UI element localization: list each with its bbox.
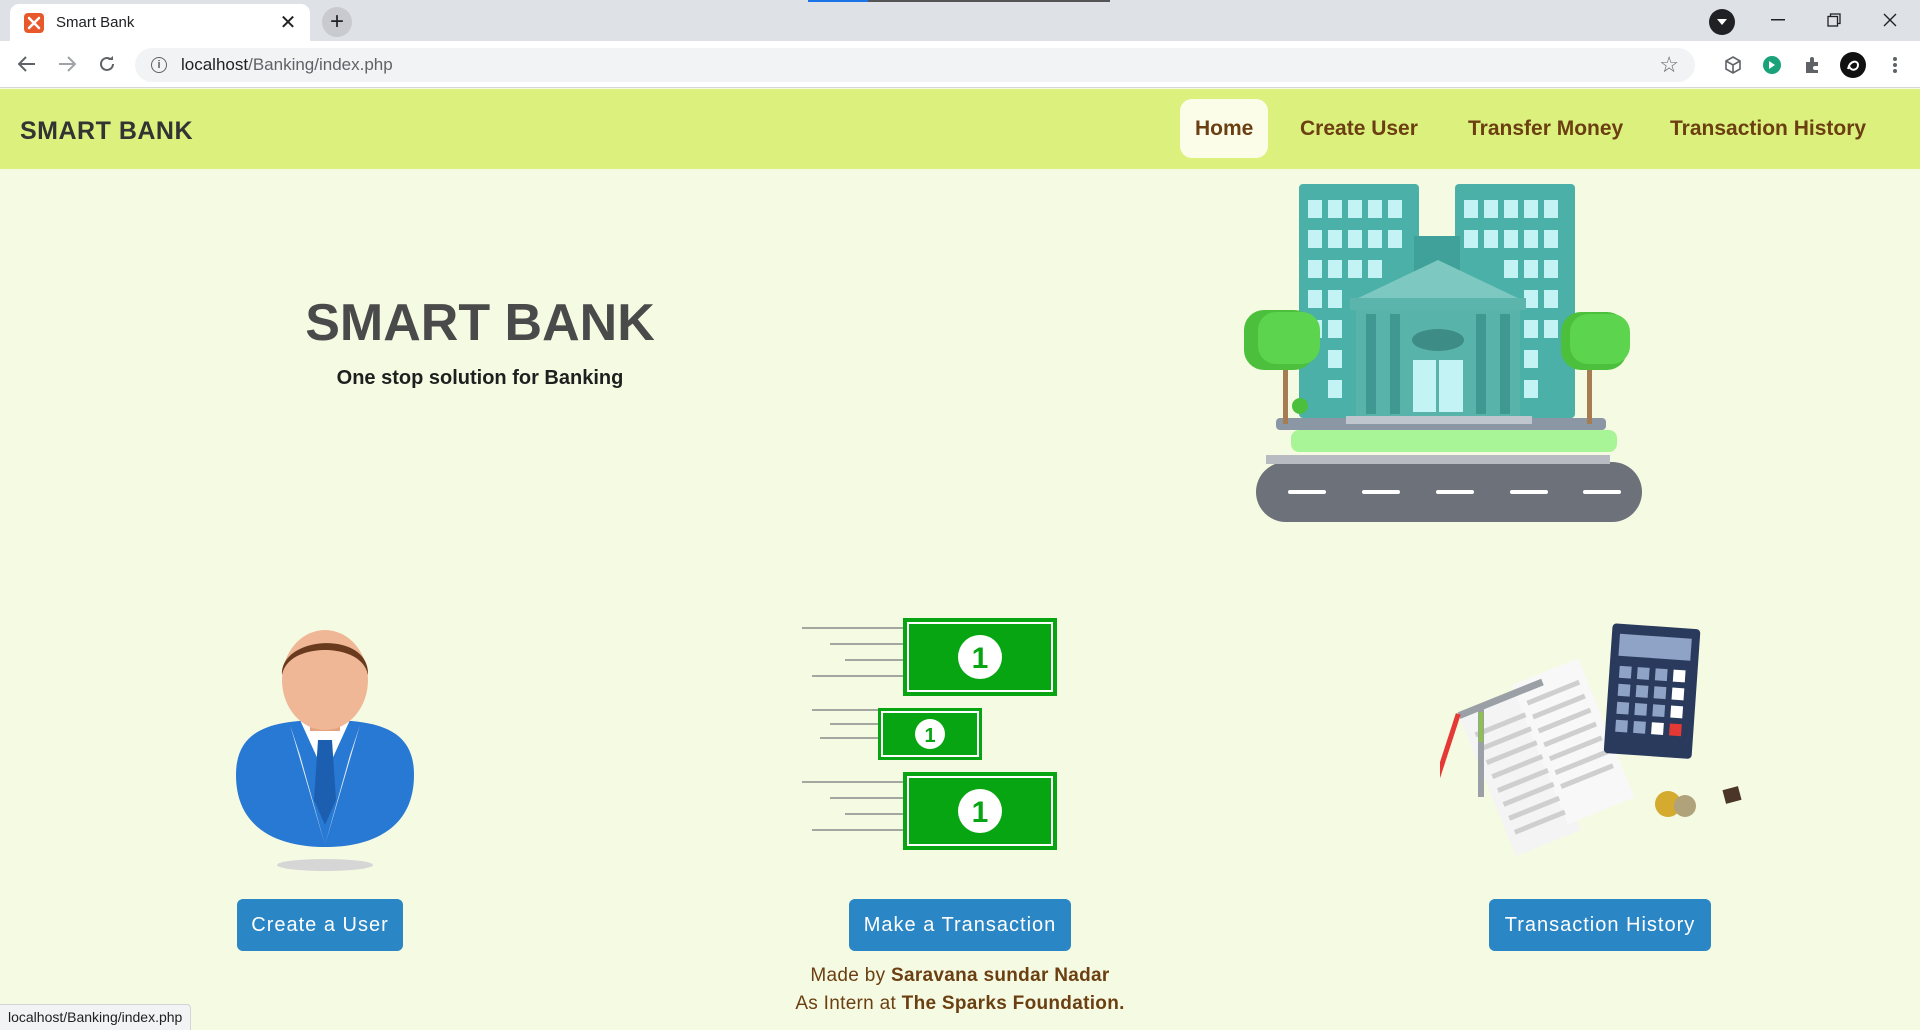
tab-title: Smart Bank <box>56 14 135 31</box>
url-text[interactable]: localhost/Banking/index.php <box>181 55 1659 75</box>
user-avatar-illustration <box>236 630 414 871</box>
address-bar[interactable]: i localhost/Banking/index.php ☆ <box>135 48 1695 82</box>
footer-credit-line: Made by Saravana sundar Nadar <box>810 965 1110 986</box>
cube-extension-icon[interactable] <box>1718 50 1748 80</box>
svg-text:1: 1 <box>972 796 989 829</box>
hero-subtitle: One stop solution for Banking <box>336 367 624 389</box>
transaction-history-illustration <box>1440 623 1742 857</box>
restore-icon[interactable] <box>1806 4 1861 36</box>
money-transfer-illustration: 1 1 1 <box>802 618 1057 850</box>
footer-intern-line: As Intern at The Sparks Foundation. <box>795 993 1125 1014</box>
forward-arrow-icon[interactable] <box>52 49 82 79</box>
close-window-icon[interactable] <box>1862 4 1917 36</box>
brand-logo-text[interactable]: SMART BANK <box>20 117 193 146</box>
footer: Made by Saravana sundar Nadar As Intern … <box>0 962 1920 1018</box>
menu-icon[interactable] <box>1880 50 1910 80</box>
make-transaction-button[interactable]: Make a Transaction <box>849 899 1071 951</box>
info-icon[interactable]: i <box>151 57 167 73</box>
nav-transfer-money[interactable]: Transfer Money <box>1453 99 1638 158</box>
minimize-icon[interactable] <box>1750 4 1805 36</box>
create-user-button[interactable]: Create a User <box>237 899 403 951</box>
back-arrow-icon[interactable] <box>12 49 42 79</box>
nav-home[interactable]: Home <box>1180 99 1269 158</box>
svg-text:1: 1 <box>972 642 989 675</box>
browser-tab[interactable]: Smart Bank ✕ <box>10 4 310 41</box>
tab-search-icon[interactable] <box>1709 9 1735 35</box>
loading-indicator <box>808 0 1110 2</box>
svg-text:1: 1 <box>924 725 935 747</box>
site-navbar: SMART BANK Home Create User Transfer Mon… <box>0 89 1920 169</box>
transaction-history-button[interactable]: Transaction History <box>1489 899 1711 951</box>
xampp-favicon-icon <box>24 12 44 33</box>
reload-icon[interactable] <box>92 49 122 79</box>
profile-avatar-icon[interactable] <box>1838 50 1868 80</box>
bank-building-illustration <box>1244 184 1642 522</box>
star-icon[interactable]: ☆ <box>1659 52 1679 78</box>
nav-create-user[interactable]: Create User <box>1285 99 1433 158</box>
new-tab-button[interactable]: + <box>322 7 352 37</box>
organization-name: The Sparks Foundation. <box>901 993 1125 1014</box>
tab-close-icon[interactable]: ✕ <box>278 13 298 33</box>
browser-toolbar: i localhost/Banking/index.php ☆ <box>0 41 1920 88</box>
nav-transaction-history[interactable]: Transaction History <box>1655 99 1881 158</box>
hero-title: SMART BANK <box>305 294 655 352</box>
author-name: Saravana sundar Nadar <box>891 965 1110 986</box>
browser-tab-strip: Smart Bank ✕ + <box>0 0 1920 41</box>
link-status-bubble: localhost/Banking/index.php <box>0 1004 192 1030</box>
green-extension-icon[interactable] <box>1757 50 1787 80</box>
extensions-icon[interactable] <box>1797 50 1827 80</box>
